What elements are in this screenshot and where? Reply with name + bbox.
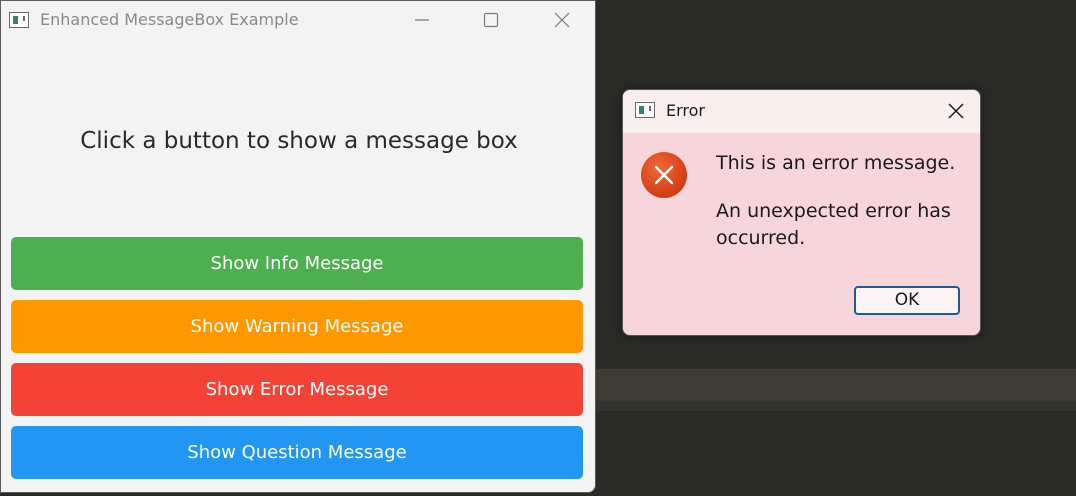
close-button[interactable] [539,1,585,41]
ok-button[interactable]: OK [854,286,960,315]
error-detail: An unexpected error has occurred. [716,200,951,249]
show-warning-button[interactable]: Show Warning Message [11,300,583,353]
title-bar[interactable]: Enhanced MessageBox Example [1,1,595,41]
minimize-button[interactable] [399,1,445,41]
minimize-icon [415,19,429,21]
close-icon [554,12,570,28]
maximize-button[interactable] [468,1,514,41]
dialog-app-icon [635,102,655,118]
show-info-button[interactable]: Show Info Message [11,237,583,290]
maximize-icon [483,12,499,28]
window-title: Enhanced MessageBox Example [40,10,299,29]
error-dialog: Error This is an error message. An unexp… [622,89,981,336]
desktop-background-band-shadow [596,401,1076,411]
show-question-button[interactable]: Show Question Message [11,426,583,479]
dialog-title: Error [666,101,705,120]
show-error-button[interactable]: Show Error Message [11,363,583,416]
error-message: This is an error message. [716,152,956,174]
app-icon [9,12,29,28]
error-icon [641,152,687,198]
dialog-close-button[interactable] [936,96,976,126]
close-icon [948,103,964,119]
instruction-label: Click a button to show a message box [80,128,518,154]
dialog-title-bar[interactable]: Error [623,90,980,133]
main-window: Enhanced MessageBox Example Click a butt… [0,0,596,493]
desktop-background-band [596,369,1076,401]
